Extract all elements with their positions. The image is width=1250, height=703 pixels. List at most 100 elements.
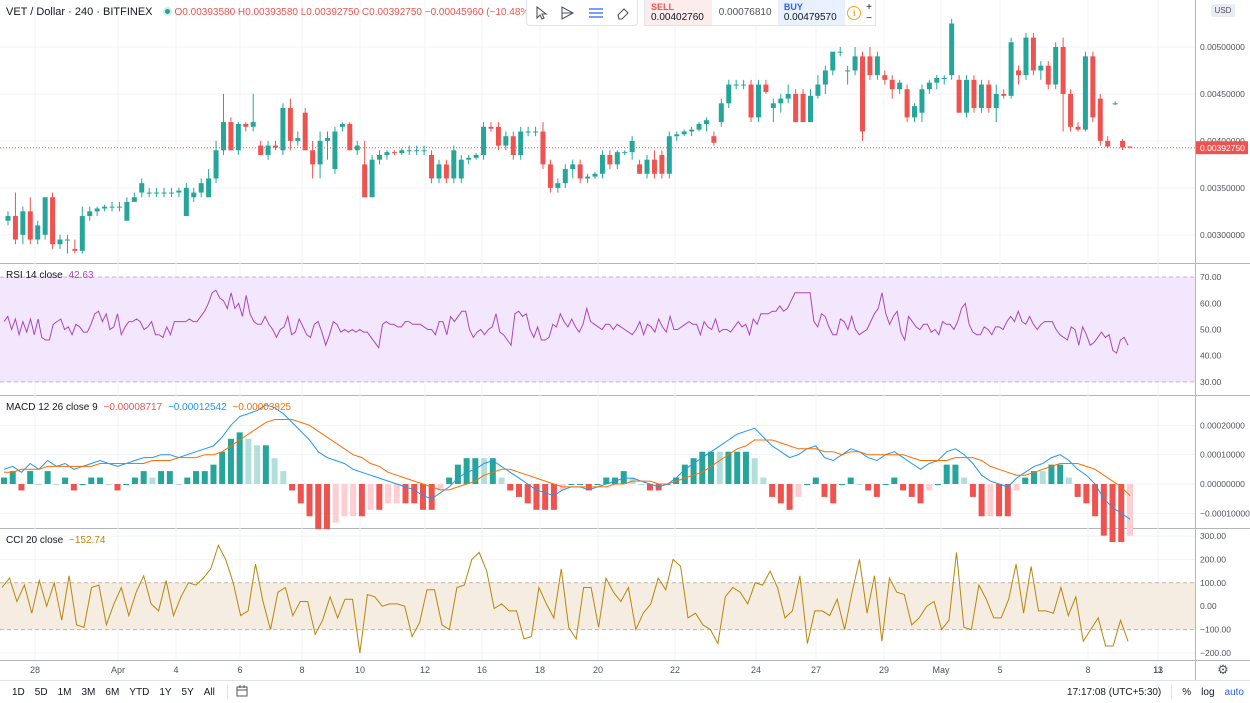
candle-body xyxy=(867,56,873,76)
candle-body xyxy=(220,122,226,151)
candle-body xyxy=(912,106,918,118)
macd-label[interactable]: MACD 12 26 close 9 xyxy=(6,402,98,413)
macd-histogram-bar xyxy=(865,484,872,491)
chart-canvas[interactable]: 0.005000000.004500000.004000000.00350000… xyxy=(0,0,1250,680)
candle xyxy=(72,239,78,254)
macd-histogram-bar xyxy=(1039,471,1046,484)
macd-histogram-bar xyxy=(1057,464,1064,484)
candle xyxy=(912,103,918,123)
candle-body xyxy=(191,192,197,198)
candle xyxy=(651,150,657,179)
minus-icon[interactable]: − xyxy=(866,13,872,24)
candle xyxy=(830,51,836,76)
candle-body xyxy=(50,197,56,245)
candle xyxy=(971,75,977,113)
time-axis-label: May xyxy=(932,665,950,675)
cci-axis-tick-label: −200.00 xyxy=(1200,648,1231,658)
candle xyxy=(473,153,479,160)
macd-histogram-bar xyxy=(149,477,156,484)
buy-price: 0.00479570 xyxy=(783,12,837,23)
cci-value: −152.74 xyxy=(69,535,106,546)
candle-body xyxy=(978,84,984,109)
candle-body xyxy=(629,140,635,153)
range-3m[interactable]: 3M xyxy=(82,687,96,698)
range-1d[interactable]: 1D xyxy=(12,687,25,698)
lines-icon[interactable] xyxy=(585,2,607,24)
candle xyxy=(1112,101,1118,106)
candle xyxy=(1016,65,1022,85)
candle xyxy=(964,75,970,118)
range-5y[interactable]: 5Y xyxy=(182,687,194,698)
range-1m[interactable]: 1M xyxy=(58,687,72,698)
candle-body xyxy=(42,197,48,235)
candle xyxy=(726,79,732,109)
candle-body xyxy=(339,123,345,127)
eraser-icon[interactable] xyxy=(612,2,634,24)
info-button[interactable]: i xyxy=(845,0,863,25)
candle xyxy=(919,84,925,123)
candle xyxy=(1008,37,1014,99)
arrow-icon[interactable] xyxy=(557,2,579,24)
range-all[interactable]: All xyxy=(204,687,215,698)
macd-histogram-bar xyxy=(62,477,69,484)
candle xyxy=(793,89,799,123)
cursor-icon[interactable] xyxy=(530,2,552,24)
candle-body xyxy=(79,216,85,251)
candle-body xyxy=(414,150,420,152)
candle-body xyxy=(904,89,910,118)
candle-body xyxy=(718,103,724,123)
candle xyxy=(488,122,494,132)
candle xyxy=(451,145,457,184)
range-ytd[interactable]: YTD xyxy=(129,687,149,698)
macd-histogram-bar xyxy=(812,477,819,484)
candle-body xyxy=(956,79,962,113)
macd-histogram-bar xyxy=(9,471,16,484)
symbol-name[interactable]: VET / Dollar · 240 · BITFINEX xyxy=(6,6,153,18)
plus-icon[interactable]: + xyxy=(866,2,872,13)
candle xyxy=(310,140,316,179)
macd-histogram-bar xyxy=(289,484,296,491)
cci-label[interactable]: CCI 20 close xyxy=(6,535,63,546)
macd-histogram-bar xyxy=(795,484,802,497)
candle-body xyxy=(287,108,293,141)
currency-badge[interactable]: USD xyxy=(1211,4,1235,17)
date-range-icon[interactable] xyxy=(236,684,249,700)
macd-histogram-bar xyxy=(856,484,863,485)
auto-toggle[interactable]: auto xyxy=(1225,687,1244,698)
range-6m[interactable]: 6M xyxy=(105,687,119,698)
settings-gear-icon[interactable]: ⚙ xyxy=(1216,663,1230,677)
candle-body xyxy=(451,150,457,179)
macd-axis-tick-label: 0.00010000 xyxy=(1200,450,1245,460)
percent-toggle[interactable]: % xyxy=(1182,687,1191,698)
candle-body xyxy=(161,192,167,194)
drawing-toolbar xyxy=(526,0,638,26)
macd-histogram-bar xyxy=(140,471,147,484)
macd-histogram-bar xyxy=(367,484,374,510)
symbol-legend: VET / Dollar · 240 · BITFINEX O0.00393580… xyxy=(6,6,536,18)
candle-body xyxy=(102,206,108,209)
candle-body xyxy=(1008,42,1014,96)
candle-body xyxy=(399,150,405,154)
macd-histogram-bar xyxy=(18,484,25,491)
candle-body xyxy=(406,150,412,152)
quantity-stepper[interactable]: + − xyxy=(863,0,875,25)
macd-histogram-bar xyxy=(1092,484,1099,517)
range-5d[interactable]: 5D xyxy=(35,687,48,698)
range-1y[interactable]: 1Y xyxy=(159,687,171,698)
candle-body xyxy=(87,211,93,217)
rsi-pane xyxy=(0,276,1195,383)
rsi-label[interactable]: RSI 14 close xyxy=(6,270,63,281)
clock-time[interactable]: 17:17:08 (UTC+5:30) xyxy=(1067,687,1161,698)
candle xyxy=(124,197,130,221)
candle-body xyxy=(495,126,501,146)
candle-body xyxy=(897,82,903,90)
candle-body xyxy=(971,79,977,109)
log-toggle[interactable]: log xyxy=(1201,687,1214,698)
candle-body xyxy=(822,70,828,85)
buy-button[interactable]: BUY 0.00479570 xyxy=(777,0,846,25)
sell-button[interactable]: SELL 0.00402760 xyxy=(645,0,713,25)
candle xyxy=(1030,32,1036,76)
candle-body xyxy=(763,84,769,93)
macd-histogram-bar xyxy=(114,484,121,491)
candle-body xyxy=(443,164,449,179)
